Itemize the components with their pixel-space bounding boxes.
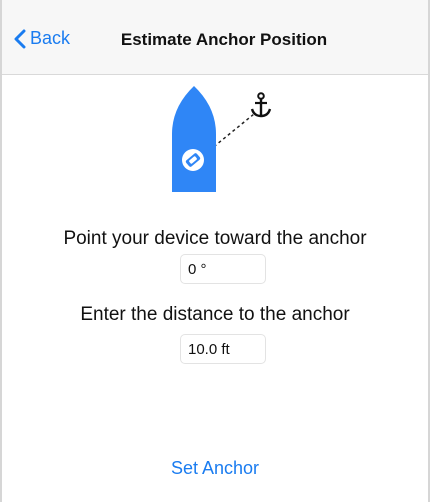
boat-anchor-illustration (172, 86, 272, 192)
page-title: Estimate Anchor Position (120, 30, 328, 49)
navigation-bar: Back Estimate Anchor Position (2, 0, 428, 75)
distance-prompt: Enter the distance to the anchor (80, 304, 350, 325)
heading-field[interactable] (180, 254, 266, 284)
anchor-icon (250, 92, 272, 118)
distance-field[interactable] (180, 334, 266, 364)
estimate-anchor-screen: Back Estimate Anchor Position Point your… (0, 0, 430, 502)
heading-prompt: Point your device toward the anchor (63, 228, 367, 249)
boat-icon (172, 86, 216, 192)
set-anchor-button[interactable]: Set Anchor (2, 458, 428, 479)
